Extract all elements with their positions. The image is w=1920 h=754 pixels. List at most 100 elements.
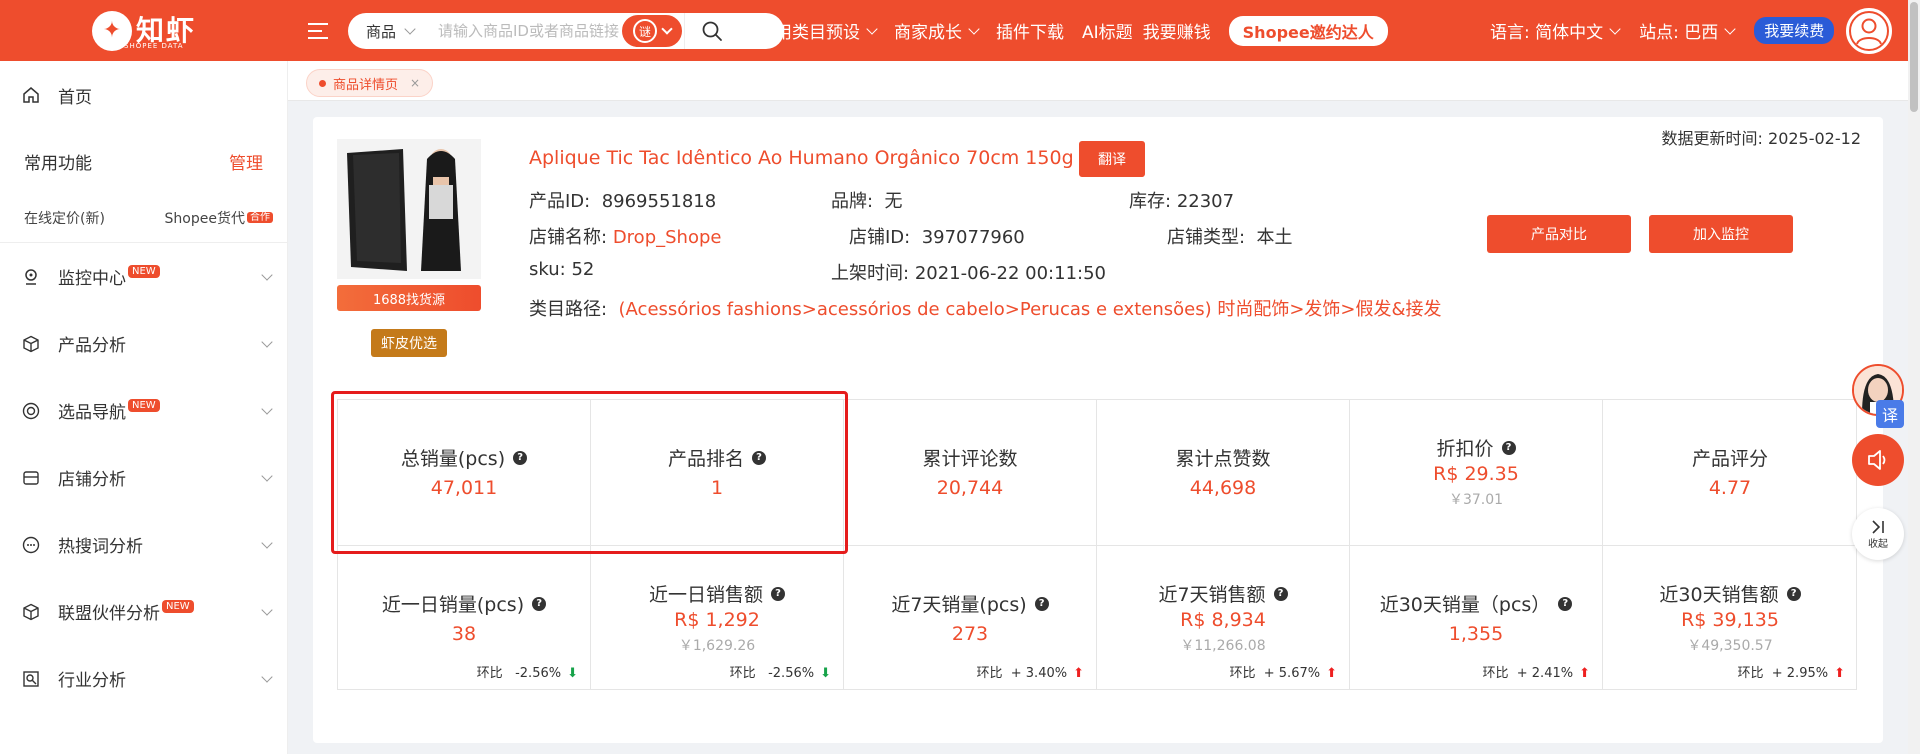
logo-subtitle: SHOPEE DATA: [124, 42, 184, 50]
speaker-icon: [1868, 450, 1886, 470]
product-detail-card: 数据更新时间: 2025-02-12 1688找货源 虾皮优选 Aplique …: [313, 117, 1883, 743]
help-icon[interactable]: ?: [1034, 596, 1049, 611]
metric-1d-revenue: 近一日销售额? R$ 1,292 ￥1,629.26 环比 -2.56% ⬇: [591, 546, 844, 689]
help-icon[interactable]: ?: [771, 586, 785, 601]
chart-icon: [23, 670, 39, 687]
collapse-button[interactable]: 收起: [1852, 508, 1904, 560]
language-select[interactable]: 语言: 简体中文: [1490, 18, 1621, 43]
add-monitor-button[interactable]: 加入监控: [1649, 215, 1793, 253]
metric-30d-revenue: 近30天销售额? R$ 39,135 ￥49,350.57 环比 + 2.95%…: [1659, 584, 1845, 681]
metric-product-rank: 产品排名? 1: [591, 400, 844, 546]
chevron-down-icon: [968, 22, 980, 35]
translate-button[interactable]: 翻译: [1079, 141, 1145, 177]
top-nav: 常用类目预设 商家成长 插件下载 AI标题 我要赚钱 Shopee邀约达人: [758, 0, 1406, 61]
help-icon[interactable]: ?: [1786, 586, 1801, 601]
product-compare-button[interactable]: 产品对比: [1487, 215, 1631, 253]
hair-extension-image-icon: [337, 139, 481, 279]
chevron-down-icon: [261, 336, 273, 348]
sidebar-item-store-analysis[interactable]: 店铺分析: [0, 444, 287, 511]
help-icon[interactable]: ?: [1273, 586, 1288, 601]
chevron-down-icon: [661, 23, 673, 35]
translate-assistant[interactable]: 译: [1852, 364, 1904, 428]
menu-toggle-icon[interactable]: [308, 23, 328, 39]
chevron-down-icon: [261, 269, 273, 281]
monitor-icon: [25, 268, 37, 285]
top-right-nav: 语言: 简体中文 站点: 巴西 我要续费: [1490, 0, 1893, 61]
product-image[interactable]: [337, 139, 481, 279]
help-icon[interactable]: ?: [1501, 440, 1516, 455]
tab-product-detail[interactable]: 商品详情页 ×: [306, 69, 434, 97]
metric-total-likes: 累计点赞数 44,698: [1097, 400, 1350, 546]
sidebar-item-hot-keywords[interactable]: 热搜词分析: [0, 511, 287, 578]
sidebar-item-product-analysis[interactable]: 产品分析: [0, 310, 287, 377]
help-icon[interactable]: ?: [752, 450, 766, 465]
renew-button[interactable]: 我要续费: [1754, 17, 1835, 44]
ring-ratio: 环比 -2.56% ⬇: [729, 666, 831, 681]
nav-merchant-growth[interactable]: 商家成长: [894, 18, 980, 43]
search-button[interactable]: [684, 13, 738, 49]
product-sku: sku: 52: [529, 259, 595, 280]
metric-total-reviews: 累计评论数 20,744: [844, 400, 1097, 546]
search-input[interactable]: [430, 22, 620, 40]
scrollbar-thumb[interactable]: [1910, 2, 1918, 112]
search-type-label: 商品: [366, 22, 397, 41]
page-scrollbar[interactable]: [1908, 0, 1920, 754]
sidebar-item-industry-analysis[interactable]: 行业分析: [0, 645, 287, 712]
new-badge: NEW: [162, 600, 194, 613]
metric-total-sales: 总销量(pcs)? 47,011: [338, 400, 591, 546]
nav-plugin-download[interactable]: 插件下载: [996, 18, 1064, 43]
site-select[interactable]: 站点: 巴西: [1639, 18, 1736, 43]
chevron-down-icon: [404, 23, 416, 35]
shortcut-online-pricing[interactable]: 在线定价(新): [24, 208, 105, 228]
active-dot-icon: [319, 79, 326, 87]
help-icon[interactable]: ?: [513, 450, 528, 465]
sidebar-common-functions: 常用功能 管理: [0, 129, 287, 193]
sidebar-item-home[interactable]: 首页: [0, 61, 287, 129]
metric-7d-revenue: 近7天销售额? R$ 8,934 ￥11,266.08 环比 + 5.67% ⬆: [1097, 546, 1350, 689]
tab-close-icon[interactable]: ×: [410, 76, 420, 90]
logo-text: 知虾: [135, 13, 196, 47]
ring-ratio: 环比 -2.56% ⬇: [476, 666, 578, 681]
shortcut-shopee-forwarder[interactable]: Shopee货代 合作: [165, 208, 273, 228]
collapse-arrow-icon: [1872, 519, 1884, 534]
product-title[interactable]: Aplique Tic Tac Idêntico Ao Humano Orgân…: [529, 147, 1074, 169]
chat-icon: [22, 536, 40, 553]
search-mode-badge: 谜: [633, 19, 657, 43]
sidebar-item-monitor[interactable]: 监控中心 NEW: [0, 243, 287, 310]
manage-link[interactable]: 管理: [229, 149, 263, 174]
find-source-1688-button[interactable]: 1688找货源: [337, 285, 481, 311]
trend-up-icon: ⬆: [1579, 666, 1590, 681]
nav-category-preset[interactable]: 常用类目预设: [758, 18, 878, 43]
ring-ratio: 环比 + 3.40% ⬆: [976, 666, 1084, 681]
shop-name-link[interactable]: Drop_Shope: [613, 227, 722, 248]
tab-bar: 商品详情页 ×: [288, 61, 1908, 101]
store-icon: [23, 470, 39, 485]
home-icon: [23, 87, 39, 103]
sidebar-item-selection-nav[interactable]: 选品导航 NEW: [0, 377, 287, 444]
nav-influencer-pill[interactable]: Shopee邀约达人: [1228, 15, 1388, 46]
help-icon[interactable]: ?: [1558, 596, 1573, 611]
help-icon[interactable]: ?: [532, 596, 547, 611]
trend-down-icon: ⬇: [567, 666, 578, 681]
search-type-select[interactable]: 商品: [348, 21, 430, 42]
compass-icon: [22, 402, 40, 419]
common-functions-label: 常用功能: [24, 153, 92, 174]
logo[interactable]: ✦ 知虾 SHOPEE DATA: [0, 0, 288, 61]
product-stock: 库存: 22307: [1129, 191, 1235, 212]
trend-up-icon: ⬆: [1834, 666, 1845, 681]
chevron-down-icon: [261, 470, 273, 482]
search-mode-select[interactable]: 谜: [620, 13, 684, 49]
nav-ai-title[interactable]: AI标题: [1082, 18, 1133, 43]
sidebar-item-affiliate-analysis[interactable]: 联盟伙伴分析 NEW: [0, 578, 287, 645]
user-avatar[interactable]: [1846, 7, 1893, 54]
chevron-down-icon: [261, 671, 273, 683]
sidebar-shortcuts: 在线定价(新) Shopee货代 合作: [0, 193, 287, 243]
shopee-pick-badge: 虾皮优选: [371, 329, 447, 357]
ring-ratio: 环比 + 2.41% ⬆: [1482, 666, 1590, 681]
trend-up-icon: ⬆: [1073, 666, 1084, 681]
top-header: ✦ 知虾 SHOPEE DATA 商品 谜 常用类目预设 商家成长 插件下载 A…: [0, 0, 1908, 61]
cooperation-tag: 合作: [247, 211, 273, 223]
speaker-button[interactable]: [1852, 434, 1904, 486]
nav-earn-money[interactable]: 我要赚钱: [1143, 18, 1211, 43]
category-path-link[interactable]: (Acessórios fashions>acessórios de cabel…: [619, 299, 1442, 320]
